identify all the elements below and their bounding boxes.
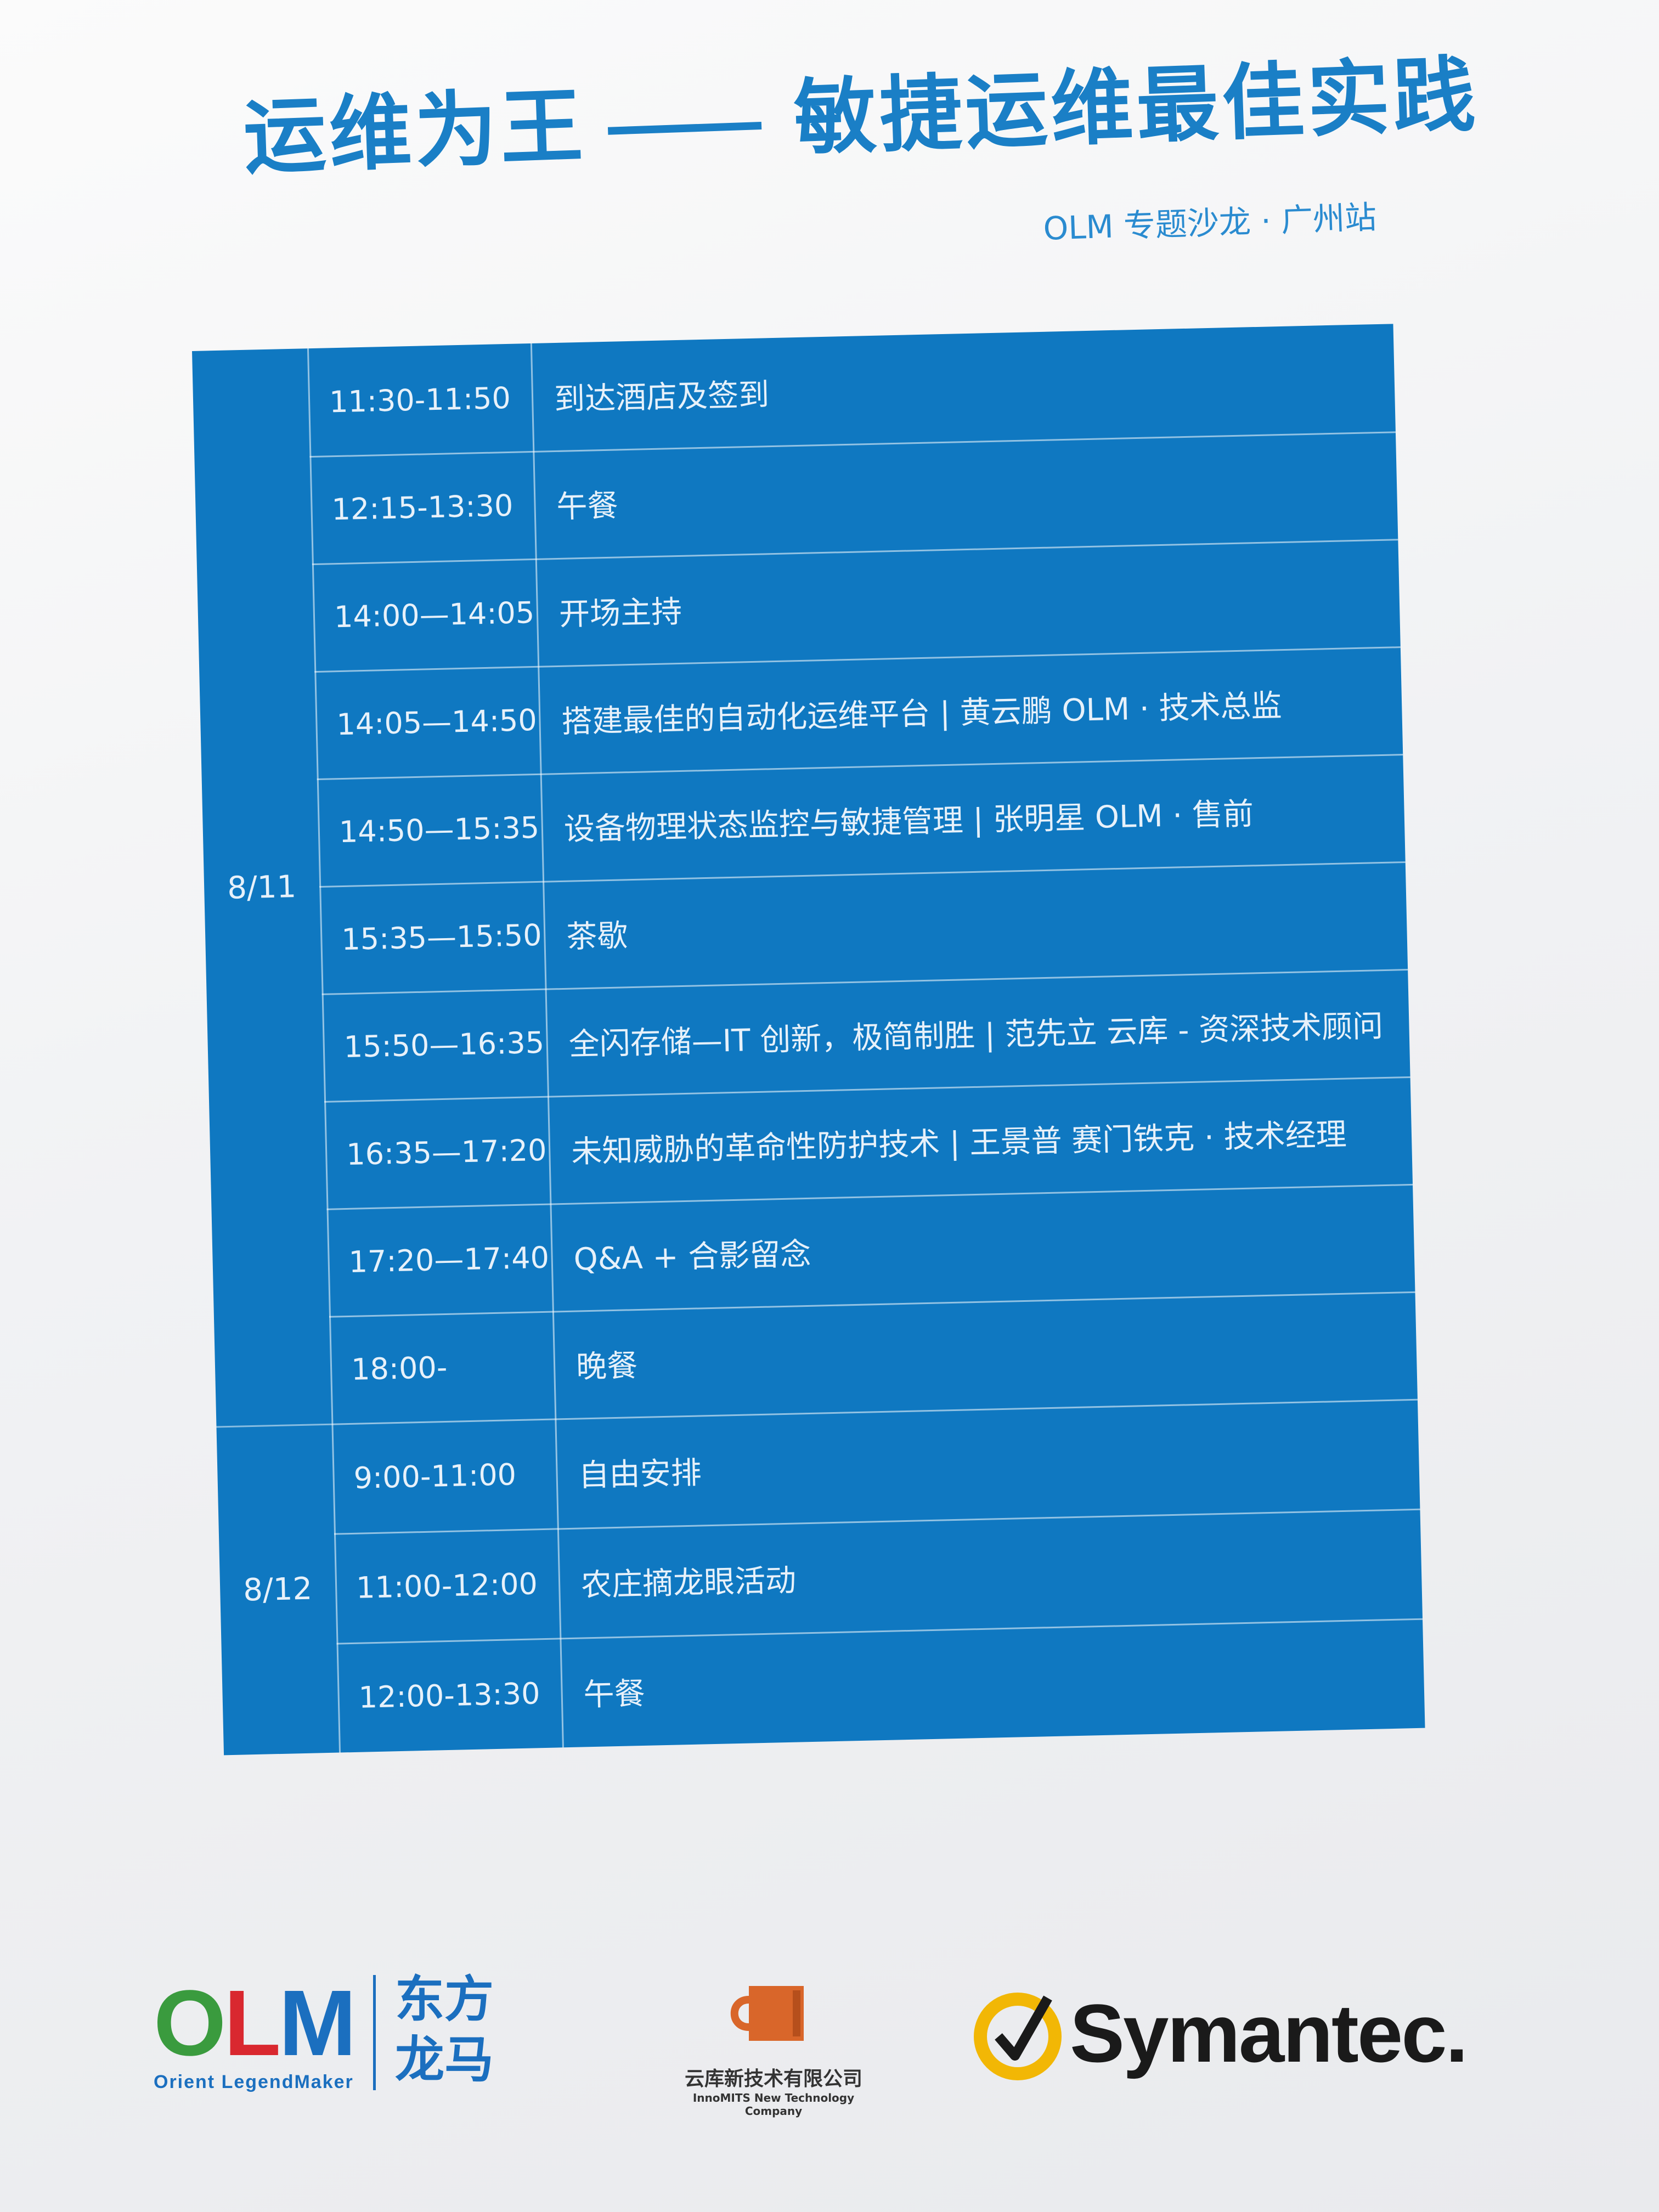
olm-divider	[373, 1975, 376, 2090]
row-event: 农庄摘龙眼活动	[580, 1562, 797, 1603]
day-cell-2: 8/12	[216, 1423, 341, 1756]
symantec-wordmark: Symantec.	[1070, 1987, 1468, 2079]
row-time: 9:00-11:00	[331, 1418, 559, 1533]
row-event: 未知威胁的革命性防护技术 | 王景普 赛门铁克 · 技术经理	[571, 1116, 1347, 1170]
olm-letter-o: O	[154, 1971, 226, 2075]
symantec-logo: Symantec.	[971, 1986, 1468, 2081]
row-event: 午餐	[583, 1675, 646, 1713]
row-time: 11:00-12:00	[334, 1528, 562, 1643]
row-time: 14:05—14:50	[314, 665, 542, 779]
row-time: 15:50—16:35	[321, 988, 549, 1101]
row-time: 11:30-11:50	[307, 343, 535, 456]
row-event: 自由安排	[578, 1454, 702, 1494]
row-time: 15:35—15:50	[319, 881, 547, 994]
olm-wordmark: OLM	[154, 1970, 357, 2077]
olm-cn-line2: 龙马	[395, 2031, 494, 2089]
page-title: 运维为王 敏捷运维最佳实践	[241, 30, 1480, 190]
olm-tagline: Orient LegendMaker	[154, 2072, 354, 2092]
schedule-table: 8/11 8/12 11:30-11:50 到达酒店及签到 12:15-13:3…	[192, 324, 1425, 1756]
row-time: 18:00-	[329, 1311, 557, 1424]
row-event: 晚餐	[575, 1347, 638, 1385]
printed-page: 运维为王 敏捷运维最佳实践 OLM 专题沙龙 · 广州站 8/11 8/12 11…	[0, 0, 1659, 2212]
row-event: 全闪存储—IT 创新，极简制胜 | 范先立 云库 - 资深技术顾问	[568, 1008, 1384, 1063]
page-subtitle: OLM 专题沙龙 · 广州站	[1042, 198, 1378, 247]
row-time: 12:00-13:30	[336, 1638, 564, 1753]
sponsor-logos: OLM Orient LegendMaker 东方 龙马 云库新技术有限公司 I…	[0, 1953, 1659, 2145]
row-event: 午餐	[556, 487, 619, 525]
title-dash	[607, 121, 762, 135]
row-event: 开场主持	[558, 594, 682, 633]
row-time: 14:00—14:05	[312, 558, 540, 672]
row-event: 设备物理状态监控与敏捷管理 | 张明星 OLM · 售前	[563, 795, 1254, 848]
olm-logo: OLM Orient LegendMaker	[154, 1970, 357, 2093]
row-event: 到达酒店及签到	[554, 376, 770, 417]
title-left: 运维为王	[242, 78, 588, 186]
symantec-check-icon	[974, 1992, 1062, 2080]
row-time: 14:50—15:35	[317, 773, 545, 886]
olm-cn-line1: 东方	[395, 1971, 494, 2028]
row-event: 搭建最佳的自动化运维平台 | 黄云鹏 OLM · 技术总监	[561, 687, 1283, 740]
olm-letter-m: M	[279, 1971, 357, 2075]
yunku-cup-icon	[727, 1975, 820, 2057]
row-time: 17:20—17:40	[326, 1203, 554, 1316]
olm-chinese-name: 东方 龙马	[395, 1970, 494, 2090]
row-event: Q&A + 合影留念	[573, 1236, 811, 1278]
yunku-english-name: InnoMITS New Technology Company	[692, 2091, 855, 2118]
row-event: 茶歇	[566, 917, 629, 955]
olm-letter-l: L	[224, 1971, 281, 2075]
yunku-company-name: 云库新技术有限公司	[684, 2068, 862, 2090]
yunku-logo: 云库新技术有限公司 InnoMITS New Technology Compan…	[669, 1975, 878, 2118]
row-time: 12:15-13:30	[309, 450, 537, 564]
row-time: 16:35—17:20	[324, 1096, 552, 1209]
title-right: 敏捷运维最佳实践	[792, 47, 1480, 167]
